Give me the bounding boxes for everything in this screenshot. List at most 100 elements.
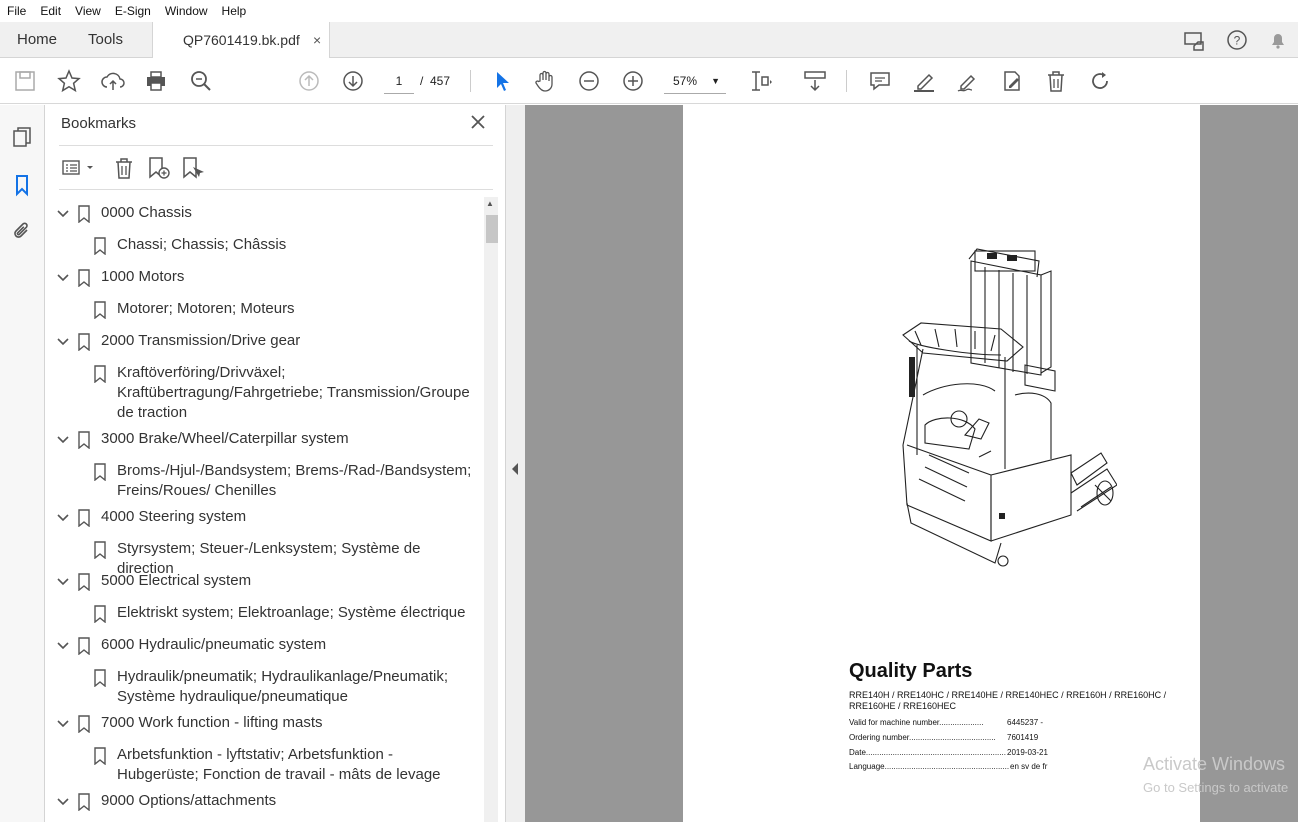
panel-splitter[interactable] xyxy=(506,105,525,822)
close-tab-icon[interactable]: × xyxy=(313,22,321,58)
total-pages: 457 xyxy=(430,74,451,88)
chevron-down-icon[interactable] xyxy=(56,575,70,589)
close-icon[interactable] xyxy=(469,113,487,131)
toolbar-divider xyxy=(470,70,471,92)
bookmark-item-broms[interactable]: Broms-/Hjul-/Bandsystem; Brems-/Rad-/Ban… xyxy=(117,461,477,501)
hand-tool-icon[interactable] xyxy=(532,68,558,94)
bookmarks-scrollbar[interactable]: ▲ xyxy=(484,197,498,822)
new-bookmark-icon[interactable] xyxy=(145,155,171,181)
activate-windows-subtext: Go to Settings to activate xyxy=(1143,780,1289,795)
bookmark-item-0000-chassis[interactable]: 0000 Chassis xyxy=(101,203,471,223)
document-viewer: Quality Parts RRE140H / RRE140HC / RRE14… xyxy=(525,105,1298,822)
bookmark-item-motorer[interactable]: Motorer; Motoren; Moteurs xyxy=(117,299,477,319)
scroll-up-arrow-icon[interactable]: ▲ xyxy=(486,199,494,208)
next-page-icon[interactable] xyxy=(340,68,366,94)
menu-bar: File Edit View E-Sign Window Help xyxy=(0,0,1298,22)
page-thumbnails-icon[interactable] xyxy=(10,125,34,149)
bookmark-item-elektriskt[interactable]: Elektriskt system; Elektroanlage; Systèm… xyxy=(117,603,477,623)
highlight-pen-icon[interactable] xyxy=(911,68,937,94)
page-fit-icon[interactable] xyxy=(748,68,774,94)
info-value: 7601419 xyxy=(1007,733,1039,742)
bookmark-icon xyxy=(78,793,90,811)
bookmark-item-chassi[interactable]: Chassi; Chassis; Châssis xyxy=(117,235,477,255)
document-title: Quality Parts xyxy=(849,660,973,682)
select-cursor-icon[interactable] xyxy=(489,68,515,94)
info-label: Date....................................… xyxy=(849,748,1006,757)
attachment-paperclip-icon[interactable] xyxy=(10,219,34,243)
bookmark-item-1000-motors[interactable]: 1000 Motors xyxy=(101,267,471,287)
info-value: 2019-03-21 xyxy=(1007,748,1048,757)
bookmark-icon[interactable] xyxy=(10,173,34,197)
main-toolbar: 1 / 457 57% ▼ xyxy=(0,58,1298,104)
bookmark-item-4000-steering[interactable]: 4000 Steering system xyxy=(101,507,471,527)
panel-title: Bookmarks xyxy=(61,115,137,132)
chevron-down-icon[interactable] xyxy=(56,433,70,447)
bookmark-item-9000-options[interactable]: 9000 Options/attachments xyxy=(101,791,471,811)
bookmark-icon xyxy=(94,301,106,319)
chevron-down-icon[interactable] xyxy=(56,335,70,349)
tab-home[interactable]: Home xyxy=(17,22,57,58)
info-row-language: Language................................… xyxy=(849,762,1047,771)
previous-page-icon[interactable] xyxy=(296,68,322,94)
bookmark-item-kraftoverforing[interactable]: Kraftöverföring/Drivväxel; Kraftübertrag… xyxy=(117,363,477,423)
forklift-illustration xyxy=(902,248,1117,567)
menu-help[interactable]: Help xyxy=(215,4,254,18)
menu-esign[interactable]: E-Sign xyxy=(108,4,158,18)
bookmark-icon xyxy=(78,573,90,591)
delete-bookmark-icon[interactable] xyxy=(111,155,137,181)
document-models: RRE140H / RRE140HC / RRE140HE / RRE140HE… xyxy=(849,690,1167,711)
chevron-down-icon[interactable] xyxy=(56,271,70,285)
bookmark-icon xyxy=(78,269,90,287)
scroll-mode-icon[interactable] xyxy=(802,68,828,94)
collapse-panel-arrow-icon[interactable] xyxy=(512,463,518,475)
notifications-bell-icon[interactable] xyxy=(1266,28,1290,52)
bookmark-item-arbetsfunktion[interactable]: Arbetsfunktion - lyftstativ; Arbetsfunkt… xyxy=(117,745,462,785)
save-icon[interactable] xyxy=(12,68,38,94)
bookmark-item-5000-electrical[interactable]: 5000 Electrical system xyxy=(101,571,471,591)
svg-text:?: ? xyxy=(1234,34,1241,48)
draw-sign-icon[interactable] xyxy=(955,68,981,94)
chevron-down-icon[interactable] xyxy=(56,717,70,731)
menu-view[interactable]: View xyxy=(68,4,108,18)
menu-edit[interactable]: Edit xyxy=(33,4,68,18)
print-icon[interactable] xyxy=(143,68,169,94)
scrollbar-thumb[interactable] xyxy=(486,215,498,243)
bookmark-item-hydraulik[interactable]: Hydraulik/pneumatik; Hydraulikanlage/Pne… xyxy=(117,667,477,707)
page-separator: / xyxy=(420,74,424,88)
bookmark-icon xyxy=(78,637,90,655)
chevron-down-icon[interactable] xyxy=(56,639,70,653)
bookmark-options-icon[interactable] xyxy=(61,155,93,181)
star-icon[interactable] xyxy=(56,68,82,94)
page-number-input[interactable]: 1 xyxy=(384,68,414,94)
zoom-level-select[interactable]: 57% ▼ xyxy=(664,68,726,94)
zoom-level-value: 57% xyxy=(673,74,698,88)
find-bookmark-icon[interactable] xyxy=(179,155,205,181)
menu-window[interactable]: Window xyxy=(158,4,215,18)
upload-cloud-icon[interactable] xyxy=(100,68,126,94)
rotate-icon[interactable] xyxy=(1087,68,1113,94)
bookmark-item-3000-brake[interactable]: 3000 Brake/Wheel/Caterpillar system xyxy=(101,429,471,449)
chevron-down-icon[interactable] xyxy=(56,207,70,221)
menu-file[interactable]: File xyxy=(0,4,33,18)
find-zoom-icon[interactable] xyxy=(188,68,214,94)
bookmark-item-7000-work-function[interactable]: 7000 Work function - lifting masts xyxy=(101,713,471,733)
bookmark-item-2000-transmission[interactable]: 2000 Transmission/Drive gear xyxy=(101,331,471,351)
info-value: en sv de fr xyxy=(1010,762,1048,771)
comment-icon[interactable] xyxy=(867,68,893,94)
bookmark-icon xyxy=(94,669,106,687)
zoom-in-icon[interactable] xyxy=(620,68,646,94)
bookmark-icon xyxy=(78,431,90,449)
bookmark-icon xyxy=(78,205,90,223)
info-label: Ordering number.........................… xyxy=(849,733,996,742)
share-screen-icon[interactable] xyxy=(1182,28,1206,52)
delete-trash-icon[interactable] xyxy=(1043,68,1069,94)
zoom-out-icon[interactable] xyxy=(576,68,602,94)
chevron-down-icon[interactable] xyxy=(56,511,70,525)
info-row-date: Date....................................… xyxy=(849,748,1048,757)
fill-sign-icon[interactable] xyxy=(999,68,1025,94)
tab-tools[interactable]: Tools xyxy=(88,22,123,58)
bookmark-item-6000-hydraulic[interactable]: 6000 Hydraulic/pneumatic system xyxy=(101,635,471,655)
tab-document[interactable]: QP7601419.bk.pdf × xyxy=(152,22,330,59)
help-icon[interactable]: ? xyxy=(1225,28,1249,52)
chevron-down-icon[interactable] xyxy=(56,795,70,809)
